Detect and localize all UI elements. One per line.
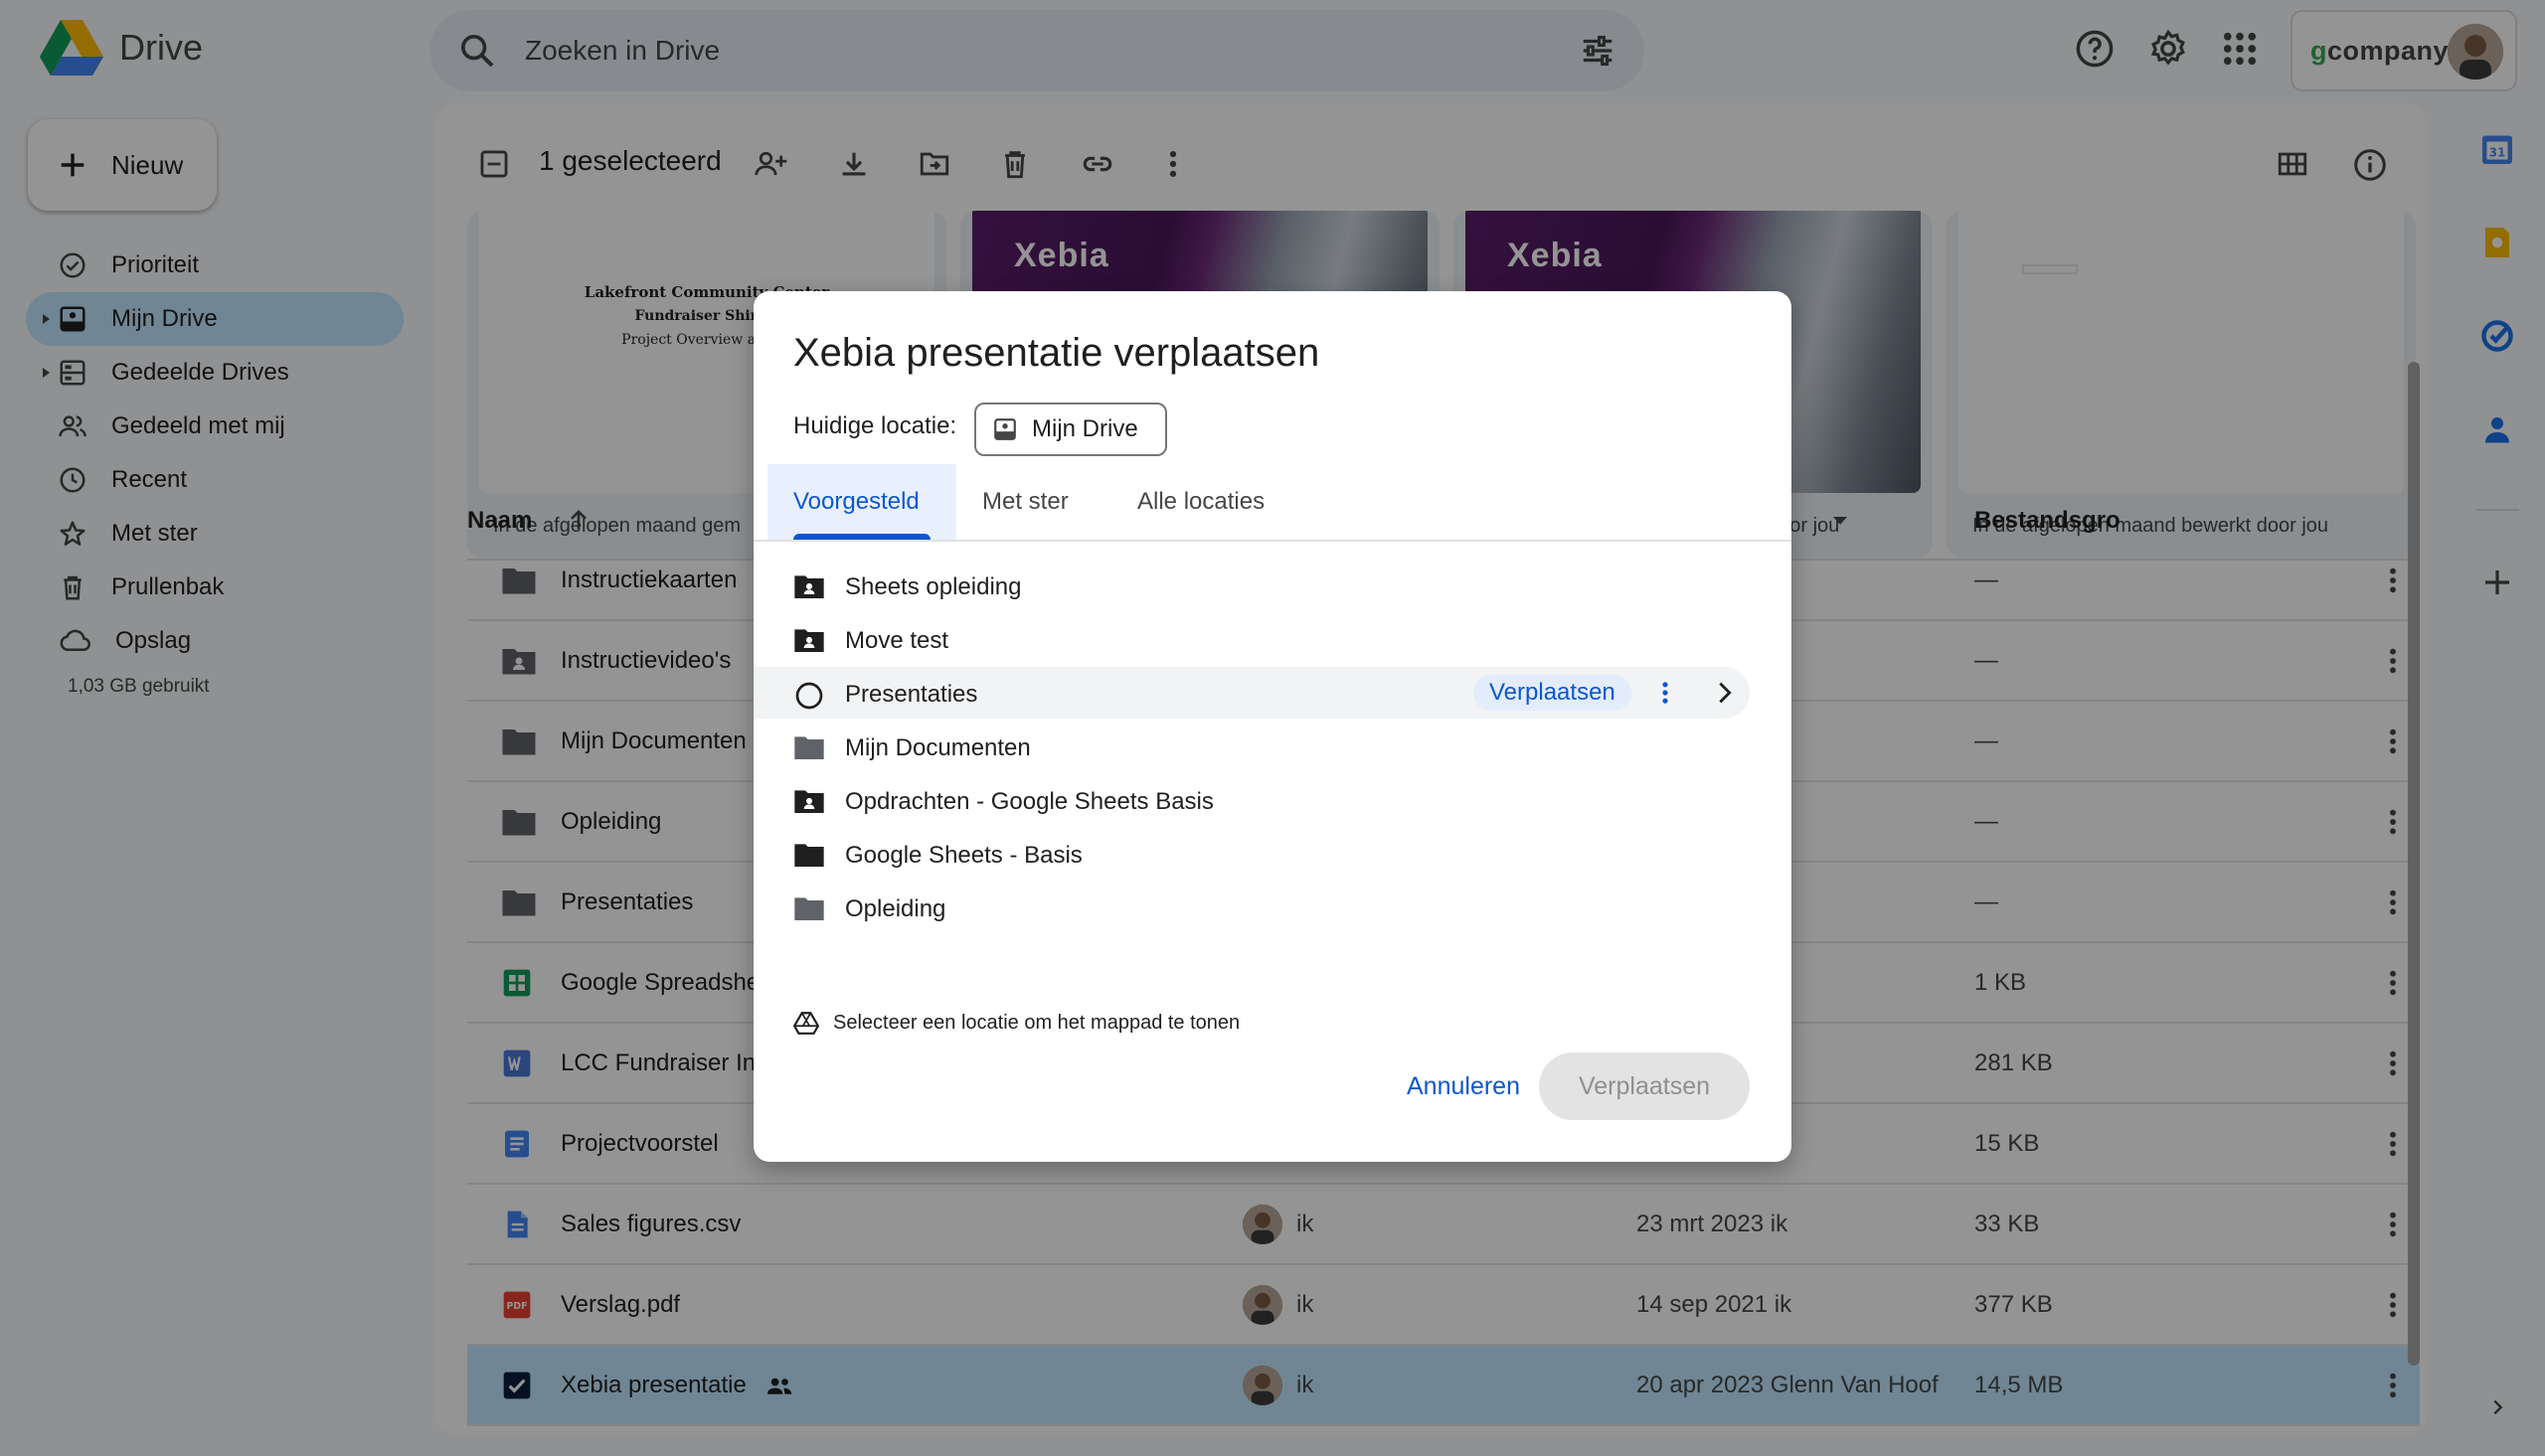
list-item-hovered[interactable]: Presentaties Verplaatsen: [754, 667, 1750, 719]
hint-text: Selecteer een locatie om het mappad te t…: [833, 1011, 1241, 1034]
folder-name: Opdrachten - Google Sheets Basis: [845, 788, 1214, 815]
cancel-button[interactable]: Annuleren: [1374, 1052, 1553, 1120]
current-location-chip[interactable]: Mijn Drive: [974, 403, 1167, 456]
list-item[interactable]: Mijn Documenten: [754, 721, 1791, 772]
tab-suggested[interactable]: Voorgesteld: [767, 464, 956, 540]
list-item[interactable]: Sheets opleiding: [754, 560, 1791, 611]
my-drive-icon: [992, 416, 1018, 442]
current-location-label: Huidige locatie:: [793, 412, 957, 439]
folder-name: Presentaties: [845, 681, 978, 708]
list-item[interactable]: Move test: [754, 613, 1791, 665]
tab-divider: [754, 540, 1791, 542]
dialog-tabs: Voorgesteld Met ster Alle locaties: [767, 464, 1791, 540]
chevron-right-icon[interactable]: [1714, 679, 1736, 707]
shared-folder-icon: [793, 787, 825, 815]
folder-icon: [793, 894, 825, 922]
more-options-icon[interactable]: [1658, 679, 1672, 707]
folder-name: Move test: [845, 627, 949, 654]
drive-outline-icon: [793, 1011, 819, 1035]
location-hint: Selecteer een locatie om het mappad te t…: [793, 1011, 1240, 1035]
shared-folder-icon: [793, 626, 825, 654]
folder-icon: [793, 841, 825, 869]
folder-icon: [793, 733, 825, 761]
tab-all-locations[interactable]: Alle locaties: [1111, 464, 1290, 540]
row-move-button[interactable]: Verplaatsen: [1473, 675, 1631, 711]
shared-folder-icon: [793, 572, 825, 600]
folder-name: Sheets opleiding: [845, 573, 1022, 600]
folder-name: Mijn Documenten: [845, 734, 1031, 761]
move-dialog: Xebia presentatie verplaatsen Huidige lo…: [754, 291, 1791, 1162]
list-item[interactable]: Opdrachten - Google Sheets Basis: [754, 774, 1791, 826]
list-item[interactable]: Google Sheets - Basis: [754, 828, 1791, 880]
tab-starred[interactable]: Met ster: [956, 464, 1095, 540]
move-button[interactable]: Verplaatsen: [1539, 1052, 1750, 1120]
dialog-title: Xebia presentatie verplaatsen: [793, 331, 1320, 375]
folder-name: Opleiding: [845, 895, 946, 922]
current-location-value: Mijn Drive: [1032, 415, 1138, 442]
folder-name: Google Sheets - Basis: [845, 842, 1083, 869]
list-item[interactable]: Opleiding: [754, 882, 1791, 933]
radio-icon[interactable]: [793, 680, 825, 712]
